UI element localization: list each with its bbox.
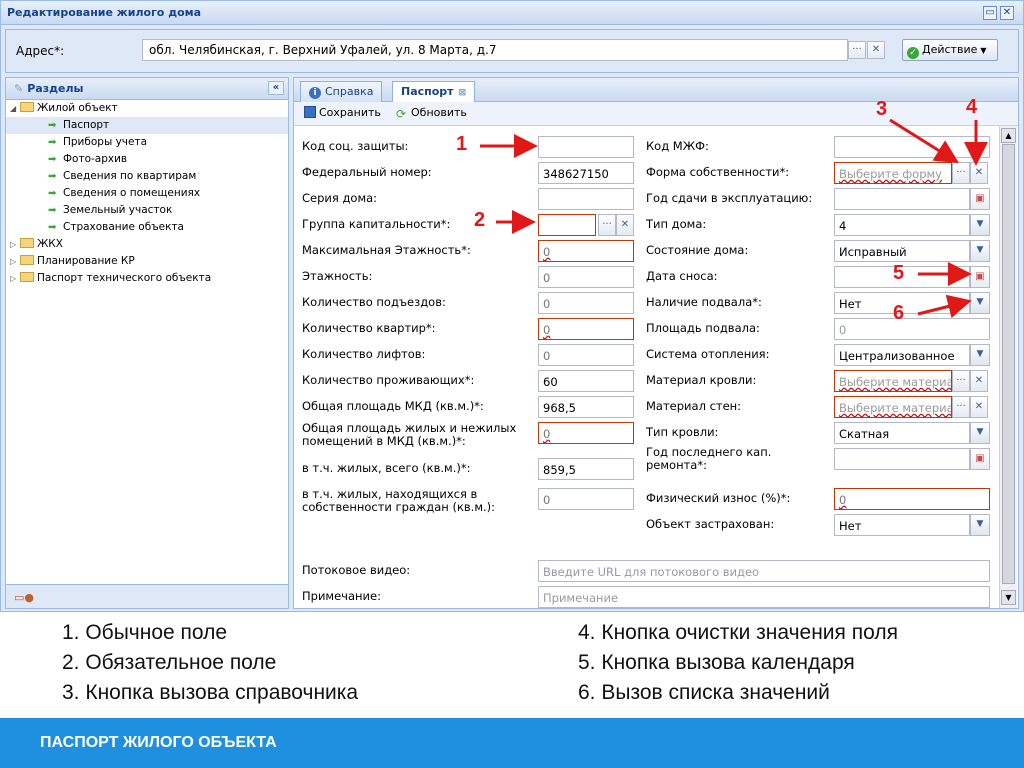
- annotation-5: 5: [893, 262, 905, 284]
- legend-item: 6. Вызов списка значений: [578, 681, 830, 704]
- annotation-4: 4: [966, 96, 978, 118]
- annotation-2: 2: [474, 209, 486, 231]
- annotation-6: 6: [893, 302, 905, 324]
- legend-item: 2. Обязательное поле: [62, 651, 277, 674]
- footer-title: ПАСПОРТ ЖИЛОГО ОБЪЕКТА: [40, 734, 277, 751]
- arrow-3: [889, 118, 960, 164]
- legend-item: 1. Обычное поле: [62, 621, 228, 644]
- annotation-arrows: [480, 118, 988, 319]
- arrow-6: [917, 294, 972, 319]
- legend-item: 4. Кнопка очистки значения поля: [578, 621, 898, 644]
- legend-right: 4. Кнопка очистки значения поля 5. Кнопк…: [578, 618, 898, 708]
- annotation-1: 1: [456, 133, 468, 155]
- footer-banner: ПАСПОРТ ЖИЛОГО ОБЪЕКТА: [0, 718, 1024, 768]
- legend-item: 3. Кнопка вызова справочника: [62, 681, 359, 704]
- legend-item: 5. Кнопка вызова календаря: [578, 651, 855, 674]
- annotation-3: 3: [876, 98, 888, 120]
- legend-left: 1. Обычное поле 2. Обязательное поле 3. …: [62, 618, 358, 708]
